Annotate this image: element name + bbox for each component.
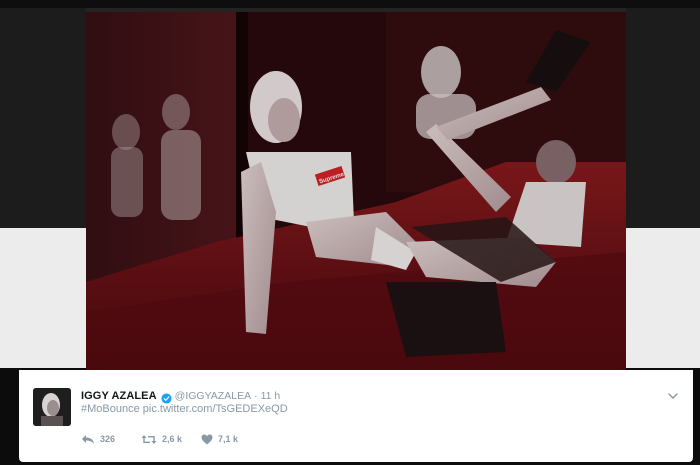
tweet-header: IGGY AZALEA @IGGYAZALEA · 11 h: [81, 389, 281, 404]
retweet-count: 2,6 k: [162, 434, 183, 444]
tweet-media-image[interactable]: Supreme: [86, 12, 626, 370]
tweet-timestamp[interactable]: 11 h: [261, 390, 281, 402]
user-handle[interactable]: @IGGYAZALEA: [175, 390, 251, 402]
like-count: 7,1 k: [218, 434, 239, 444]
image-vignette: [86, 12, 626, 370]
retweet-icon: [141, 434, 157, 445]
like-button[interactable]: 7,1 k: [201, 432, 261, 446]
avatar-image: [33, 388, 71, 426]
heart-icon: [201, 434, 213, 445]
backdrop-panel-left: [0, 228, 86, 368]
tweet-text: #MoBounce pic.twitter.com/TsGEDEXeQD: [81, 403, 288, 415]
reply-count: 326: [100, 434, 116, 444]
header-separator: ·: [254, 390, 258, 402]
reply-arrow-icon: [81, 434, 95, 445]
display-name[interactable]: IGGY AZALEA: [81, 390, 157, 402]
backdrop-panel-right: [626, 228, 700, 368]
retweet-button[interactable]: 2,6 k: [141, 432, 201, 446]
reply-button[interactable]: 326: [81, 432, 141, 446]
hashtag-link[interactable]: #MoBounce: [81, 403, 140, 415]
media-illustration: Supreme: [86, 12, 626, 370]
verified-badge-icon: [161, 391, 172, 404]
media-link[interactable]: pic.twitter.com/TsGEDEXeQD: [143, 403, 288, 415]
chevron-down-icon[interactable]: [667, 388, 679, 399]
tweet-actions: 326 2,6 k 7,1 k: [81, 432, 261, 446]
tweet-card[interactable]: IGGY AZALEA @IGGYAZALEA · 11 h #MoBounce…: [19, 370, 693, 462]
avatar[interactable]: [33, 388, 71, 426]
